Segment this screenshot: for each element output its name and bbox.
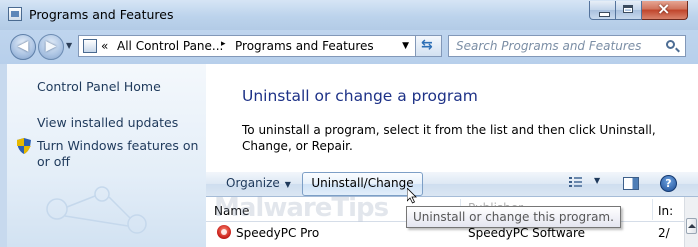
minimize-icon xyxy=(599,12,610,17)
tooltip: Uninstall or change this program. xyxy=(406,206,621,228)
forward-button[interactable]: ▶ xyxy=(38,34,64,60)
address-dropdown-icon[interactable]: ▼ xyxy=(402,41,409,51)
window-title: Programs and Features xyxy=(29,7,174,22)
page-description: To uninstall a program, select it from t… xyxy=(242,123,656,153)
decorative-network-graphic xyxy=(46,186,147,234)
column-divider[interactable] xyxy=(652,199,653,220)
back-button[interactable]: ◀ xyxy=(10,34,36,60)
scroll-up-button[interactable] xyxy=(686,218,697,234)
close-button[interactable]: × xyxy=(642,0,688,20)
maximize-button[interactable] xyxy=(616,1,642,20)
speedypc-app-icon xyxy=(217,225,231,239)
main-content-pane: Uninstall or change a program To uninsta… xyxy=(206,64,698,172)
page-title: Uninstall or change a program xyxy=(242,87,478,105)
control-panel-icon xyxy=(8,7,22,21)
address-bar[interactable]: « All Control Pane... ▸ Programs and Fea… xyxy=(78,35,416,57)
close-icon: × xyxy=(657,0,671,18)
search-placeholder: Search Programs and Features xyxy=(456,39,642,53)
title-bar: Programs and Features × xyxy=(0,0,698,30)
minimize-button[interactable] xyxy=(589,1,616,20)
recent-pages-dropdown[interactable]: ▼ xyxy=(66,41,72,50)
vertical-scrollbar[interactable] xyxy=(684,197,698,247)
watermark-text: MalwareTips xyxy=(214,193,389,223)
view-installed-updates-link[interactable]: View installed updates xyxy=(37,115,178,131)
breadcrumb-all-control-panel[interactable]: All Control Pane... xyxy=(117,39,223,53)
control-panel-home-link[interactable]: Control Panel Home xyxy=(37,79,161,95)
change-view-icon[interactable] xyxy=(569,177,582,189)
forward-arrow-icon: ▶ xyxy=(45,38,57,54)
maximize-icon xyxy=(623,5,633,13)
address-overflow-chevron[interactable]: « xyxy=(101,39,108,53)
program-name: SpeedyPC Pro xyxy=(236,226,320,240)
program-publisher: SpeedyPC Software xyxy=(468,226,586,240)
help-button[interactable]: ? xyxy=(660,175,677,192)
turn-windows-features-link[interactable]: Turn Windows features on or off xyxy=(37,138,207,170)
left-task-pane: Control Panel Home View installed update… xyxy=(0,64,206,247)
program-installed-on: 2/ xyxy=(658,226,670,240)
search-input[interactable]: Search Programs and Features xyxy=(448,35,686,57)
search-icon[interactable] xyxy=(666,40,675,49)
navigation-bar: ◀ ▶ ▼ « All Control Pane... ▸ Programs a… xyxy=(0,30,698,64)
refresh-icon: ⇆ xyxy=(421,37,433,53)
view-options-dropdown[interactable]: ▼ xyxy=(594,176,600,185)
chevron-down-icon: ▼ xyxy=(284,180,291,189)
preview-pane-icon[interactable] xyxy=(623,177,639,190)
organize-label: Organize xyxy=(226,176,280,190)
uac-shield-icon xyxy=(17,138,31,154)
refresh-button[interactable]: ⇆ xyxy=(416,35,442,57)
breadcrumb-programs-and-features[interactable]: Programs and Features xyxy=(235,39,374,53)
mouse-cursor-icon xyxy=(407,188,417,204)
column-header-installed-on[interactable]: In: xyxy=(658,204,673,218)
back-arrow-icon: ◀ xyxy=(17,38,29,54)
breadcrumb-separator-icon[interactable]: ▸ xyxy=(221,39,226,49)
control-panel-icon xyxy=(83,39,97,53)
